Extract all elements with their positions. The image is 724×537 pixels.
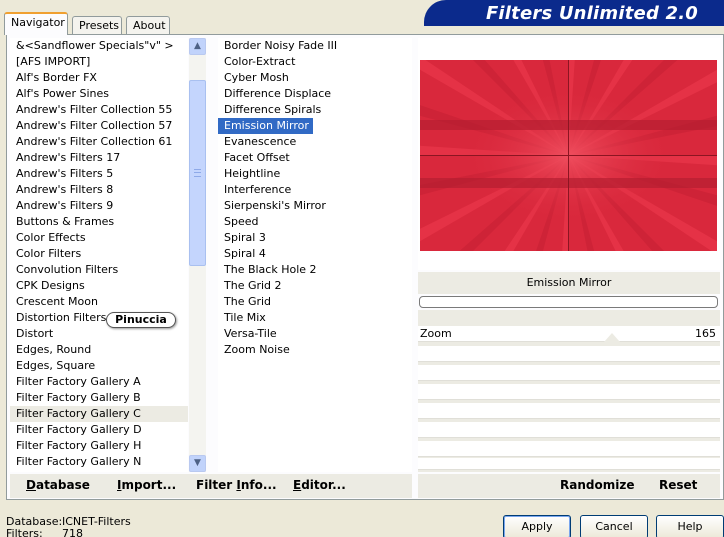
filter-item[interactable]: Emission Mirror — [218, 118, 313, 134]
filter-item[interactable]: The Grid — [218, 294, 412, 310]
help-button[interactable]: Help — [656, 515, 724, 537]
filter-item[interactable]: Cyber Mosh — [218, 70, 412, 86]
filter-item[interactable]: Evanescence — [218, 134, 412, 150]
parameter-panel: Zoom 165 — [418, 310, 720, 472]
filter-item[interactable]: Facet Offset — [218, 150, 412, 166]
watermark-badge: Pinuccia — [106, 312, 176, 328]
apply-button[interactable]: Apply — [503, 515, 571, 537]
category-item[interactable]: Filter Factory Gallery N — [10, 454, 188, 470]
category-item[interactable]: Color Filters — [10, 246, 188, 262]
progress-bar — [419, 296, 718, 308]
import-button[interactable]: Import... — [117, 478, 176, 492]
filter-item[interactable]: Difference Spirals — [218, 102, 412, 118]
filter-item[interactable]: Speed — [218, 214, 412, 230]
param-row-empty — [418, 458, 720, 470]
category-item[interactable]: Andrew's Filters 5 — [10, 166, 188, 182]
category-item[interactable]: &<Sandflower Specials"v" > — [10, 38, 188, 54]
status-panel: Database:ICNET-Filters Filters: 718 — [6, 516, 131, 537]
param-row-empty — [418, 384, 720, 400]
param-row-empty — [418, 346, 720, 362]
grip-icon — [194, 169, 201, 177]
filter-item[interactable]: Interference — [218, 182, 412, 198]
filter-name-label: Emission Mirror — [418, 272, 720, 294]
database-toolbar: Database Import... Filter Info... Editor… — [10, 474, 412, 498]
category-item[interactable]: Andrew's Filters 17 — [10, 150, 188, 166]
filter-item[interactable]: Spiral 4 — [218, 246, 412, 262]
filters-count-label: Filters: — [6, 527, 43, 537]
tab-about[interactable]: About — [126, 16, 170, 34]
filter-item[interactable]: Zoom Noise — [218, 342, 412, 358]
preview-image — [420, 60, 717, 251]
database-button[interactable]: Database — [26, 478, 90, 492]
category-item[interactable]: Filter Factory Gallery D — [10, 422, 188, 438]
editor-button[interactable]: Editor... — [293, 478, 346, 492]
category-item[interactable]: Filter Factory Gallery C — [10, 406, 188, 422]
category-item[interactable]: Filter Factory Gallery A — [10, 374, 188, 390]
category-item[interactable]: Convolution Filters — [10, 262, 188, 278]
category-item[interactable]: Andrew's Filters 8 — [10, 182, 188, 198]
category-item[interactable]: [AFS IMPORT] — [10, 54, 188, 70]
filter-item[interactable]: Border Noisy Fade III — [218, 38, 412, 54]
param-row-empty — [418, 422, 720, 438]
category-item[interactable]: Alf's Border FX — [10, 70, 188, 86]
tab-presets[interactable]: Presets — [72, 16, 122, 34]
app-title: Filters Unlimited 2.0 — [485, 3, 698, 24]
filters-count-value: 718 — [62, 527, 83, 537]
category-list[interactable]: &<Sandflower Specials"v" > [AFS IMPORT] Al… — [10, 38, 188, 472]
scroll-down-button[interactable]: ▼ — [189, 455, 206, 472]
category-item[interactable]: Crescent Moon — [10, 294, 188, 310]
category-item[interactable]: Filter Factory Gallery H — [10, 438, 188, 454]
reset-button[interactable]: Reset — [659, 478, 697, 492]
scroll-thumb[interactable] — [189, 80, 206, 266]
filter-item[interactable]: Color-Extract — [218, 54, 412, 70]
param-row-empty — [418, 365, 720, 381]
slider-marker-icon — [604, 333, 620, 342]
app-banner: Filters Unlimited 2.0 — [424, 0, 724, 26]
randomize-button[interactable]: Randomize — [560, 478, 634, 492]
filter-item[interactable]: Spiral 3 — [218, 230, 412, 246]
filter-item[interactable]: The Grid 2 — [218, 278, 412, 294]
emission-mirror-preview — [420, 60, 717, 251]
preview-toolbar: Randomize Reset — [418, 474, 720, 498]
param-row-empty — [418, 403, 720, 419]
param-row-zoom[interactable]: Zoom 165 — [418, 326, 720, 342]
category-item[interactable]: Andrew's Filters 9 — [10, 198, 188, 214]
param-row-empty — [418, 441, 720, 457]
category-item[interactable]: Buttons & Frames — [10, 214, 188, 230]
filter-item[interactable]: The Black Hole 2 — [218, 262, 412, 278]
filter-item[interactable]: Heightline — [218, 166, 412, 182]
cancel-button[interactable]: Cancel — [580, 515, 648, 537]
category-item[interactable]: Edges, Round — [10, 342, 188, 358]
filter-list[interactable]: Border Noisy Fade III Color-Extract Cyber … — [218, 38, 412, 472]
category-item[interactable]: Alf's Power Sines — [10, 86, 188, 102]
filter-item[interactable]: Tile Mix — [218, 310, 412, 326]
scroll-up-button[interactable]: ▲ — [189, 38, 206, 55]
category-item[interactable]: Andrew's Filter Collection 55 — [10, 102, 188, 118]
category-item[interactable]: Andrew's Filter Collection 61 — [10, 134, 188, 150]
param-value: 165 — [695, 327, 716, 340]
category-item[interactable]: CPK Designs — [10, 278, 188, 294]
filter-item[interactable]: Versa-Tile — [218, 326, 412, 342]
category-item[interactable]: Distort — [10, 326, 188, 342]
category-item[interactable]: Edges, Square — [10, 358, 188, 374]
category-item[interactable]: Filter Factory Gallery B — [10, 390, 188, 406]
param-label: Zoom — [420, 327, 452, 340]
category-item[interactable]: Color Effects — [10, 230, 188, 246]
filter-item[interactable]: Difference Displace — [218, 86, 412, 102]
category-item[interactable]: Andrew's Filter Collection 57 — [10, 118, 188, 134]
tab-navigator[interactable]: Navigator — [4, 12, 68, 35]
filter-item[interactable]: Sierpenski's Mirror — [218, 198, 412, 214]
category-scrollbar[interactable]: ▲ ▼ — [189, 38, 206, 472]
filter-info-button[interactable]: Filter Info... — [196, 478, 277, 492]
